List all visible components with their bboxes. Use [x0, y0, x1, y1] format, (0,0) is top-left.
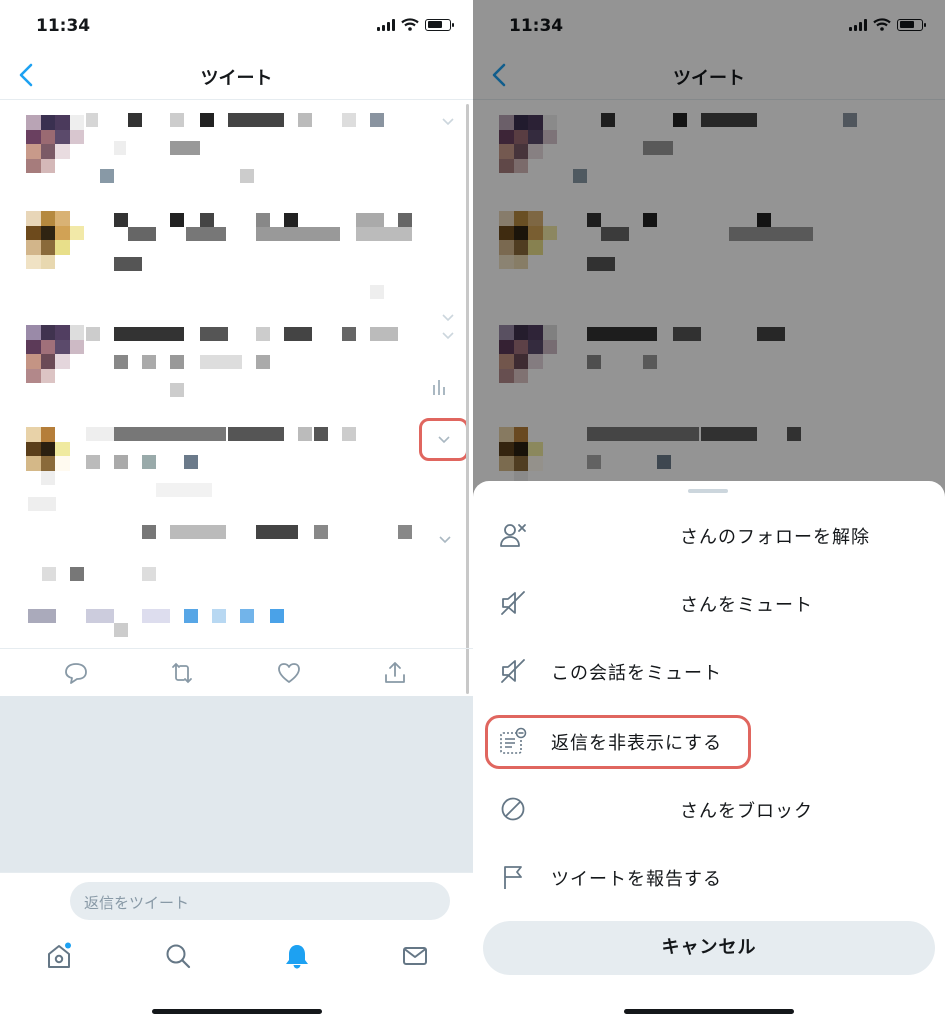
block-icon	[501, 797, 525, 821]
reply-input[interactable]: 返信をツイート	[70, 882, 450, 920]
hide-reply-highlight	[485, 715, 751, 769]
notifications-icon[interactable]	[283, 942, 311, 970]
chevron-down-icon[interactable]	[437, 531, 453, 547]
avatar[interactable]	[26, 325, 84, 383]
mute-icon	[501, 591, 525, 615]
chevron-down-icon[interactable]	[436, 431, 452, 447]
home-indicator	[624, 1009, 794, 1014]
unfollow-icon	[500, 524, 526, 547]
menu-item-label: ツイートを報告する	[551, 869, 722, 890]
menu-item-label: さんをミュート	[680, 595, 813, 616]
menu-item-mute-user[interactable]: さんをミュート	[473, 569, 945, 637]
menu-item-unfollow[interactable]: さんのフォローを解除	[473, 501, 945, 569]
mute-conversation-icon	[501, 659, 525, 683]
tweet-meta-row	[0, 597, 473, 637]
report-icon	[504, 866, 522, 889]
wifi-icon	[401, 18, 419, 31]
tweet-menu-screen: 11:34 ツイート さんのフォローを解除 さんをミュート この会話をミュート …	[473, 0, 945, 1024]
menu-item-label: さんをブロック	[680, 801, 813, 822]
chevron-down-icon[interactable]	[440, 113, 456, 129]
share-icon[interactable]	[382, 661, 408, 685]
tab-bar	[0, 928, 473, 984]
avatar[interactable]	[26, 211, 84, 269]
menu-item-label: この会話をミュート	[551, 663, 722, 684]
avatar[interactable]	[26, 427, 84, 485]
caret-highlight	[419, 418, 469, 461]
tweet-item[interactable]	[0, 311, 473, 419]
menu-item-block[interactable]: さんをブロック	[473, 775, 945, 843]
empty-area	[0, 696, 473, 872]
reply-bar: 返信をツイート	[0, 872, 473, 928]
tweet-item[interactable]	[0, 201, 473, 322]
action-sheet: さんのフォローを解除 さんをミュート この会話をミュート 返信を非表示にする さ…	[473, 481, 945, 1024]
header: ツイート	[0, 52, 473, 100]
messages-icon[interactable]	[401, 942, 429, 970]
scrollbar[interactable]	[466, 104, 469, 694]
tweet-actions	[0, 648, 473, 696]
tweet-detail-screen: 11:34 ツイート 返信をツイート	[0, 0, 473, 1024]
analytics-icon[interactable]	[432, 377, 446, 395]
signal-icon	[377, 18, 395, 31]
search-icon[interactable]	[164, 942, 192, 970]
cancel-button[interactable]: キャンセル	[483, 921, 935, 975]
home-icon[interactable]	[45, 942, 73, 970]
reply-icon[interactable]	[63, 661, 89, 685]
battery-icon	[425, 18, 454, 31]
tweet-item[interactable]	[0, 101, 473, 201]
status-bar: 11:34	[0, 0, 473, 52]
page-title: ツイート	[200, 68, 273, 89]
avatar[interactable]	[26, 115, 84, 173]
tweet-thread	[0, 101, 473, 695]
like-icon[interactable]	[276, 661, 302, 685]
sheet-grabber[interactable]	[688, 489, 728, 493]
chevron-down-icon[interactable]	[440, 327, 456, 343]
home-indicator	[152, 1009, 322, 1014]
menu-item-label: さんのフォローを解除	[680, 527, 870, 548]
status-time: 11:34	[36, 16, 91, 36]
menu-item-mute-conversation[interactable]: この会話をミュート	[473, 637, 945, 705]
menu-item-report[interactable]: ツイートを報告する	[473, 843, 945, 911]
retweet-icon[interactable]	[169, 661, 195, 685]
